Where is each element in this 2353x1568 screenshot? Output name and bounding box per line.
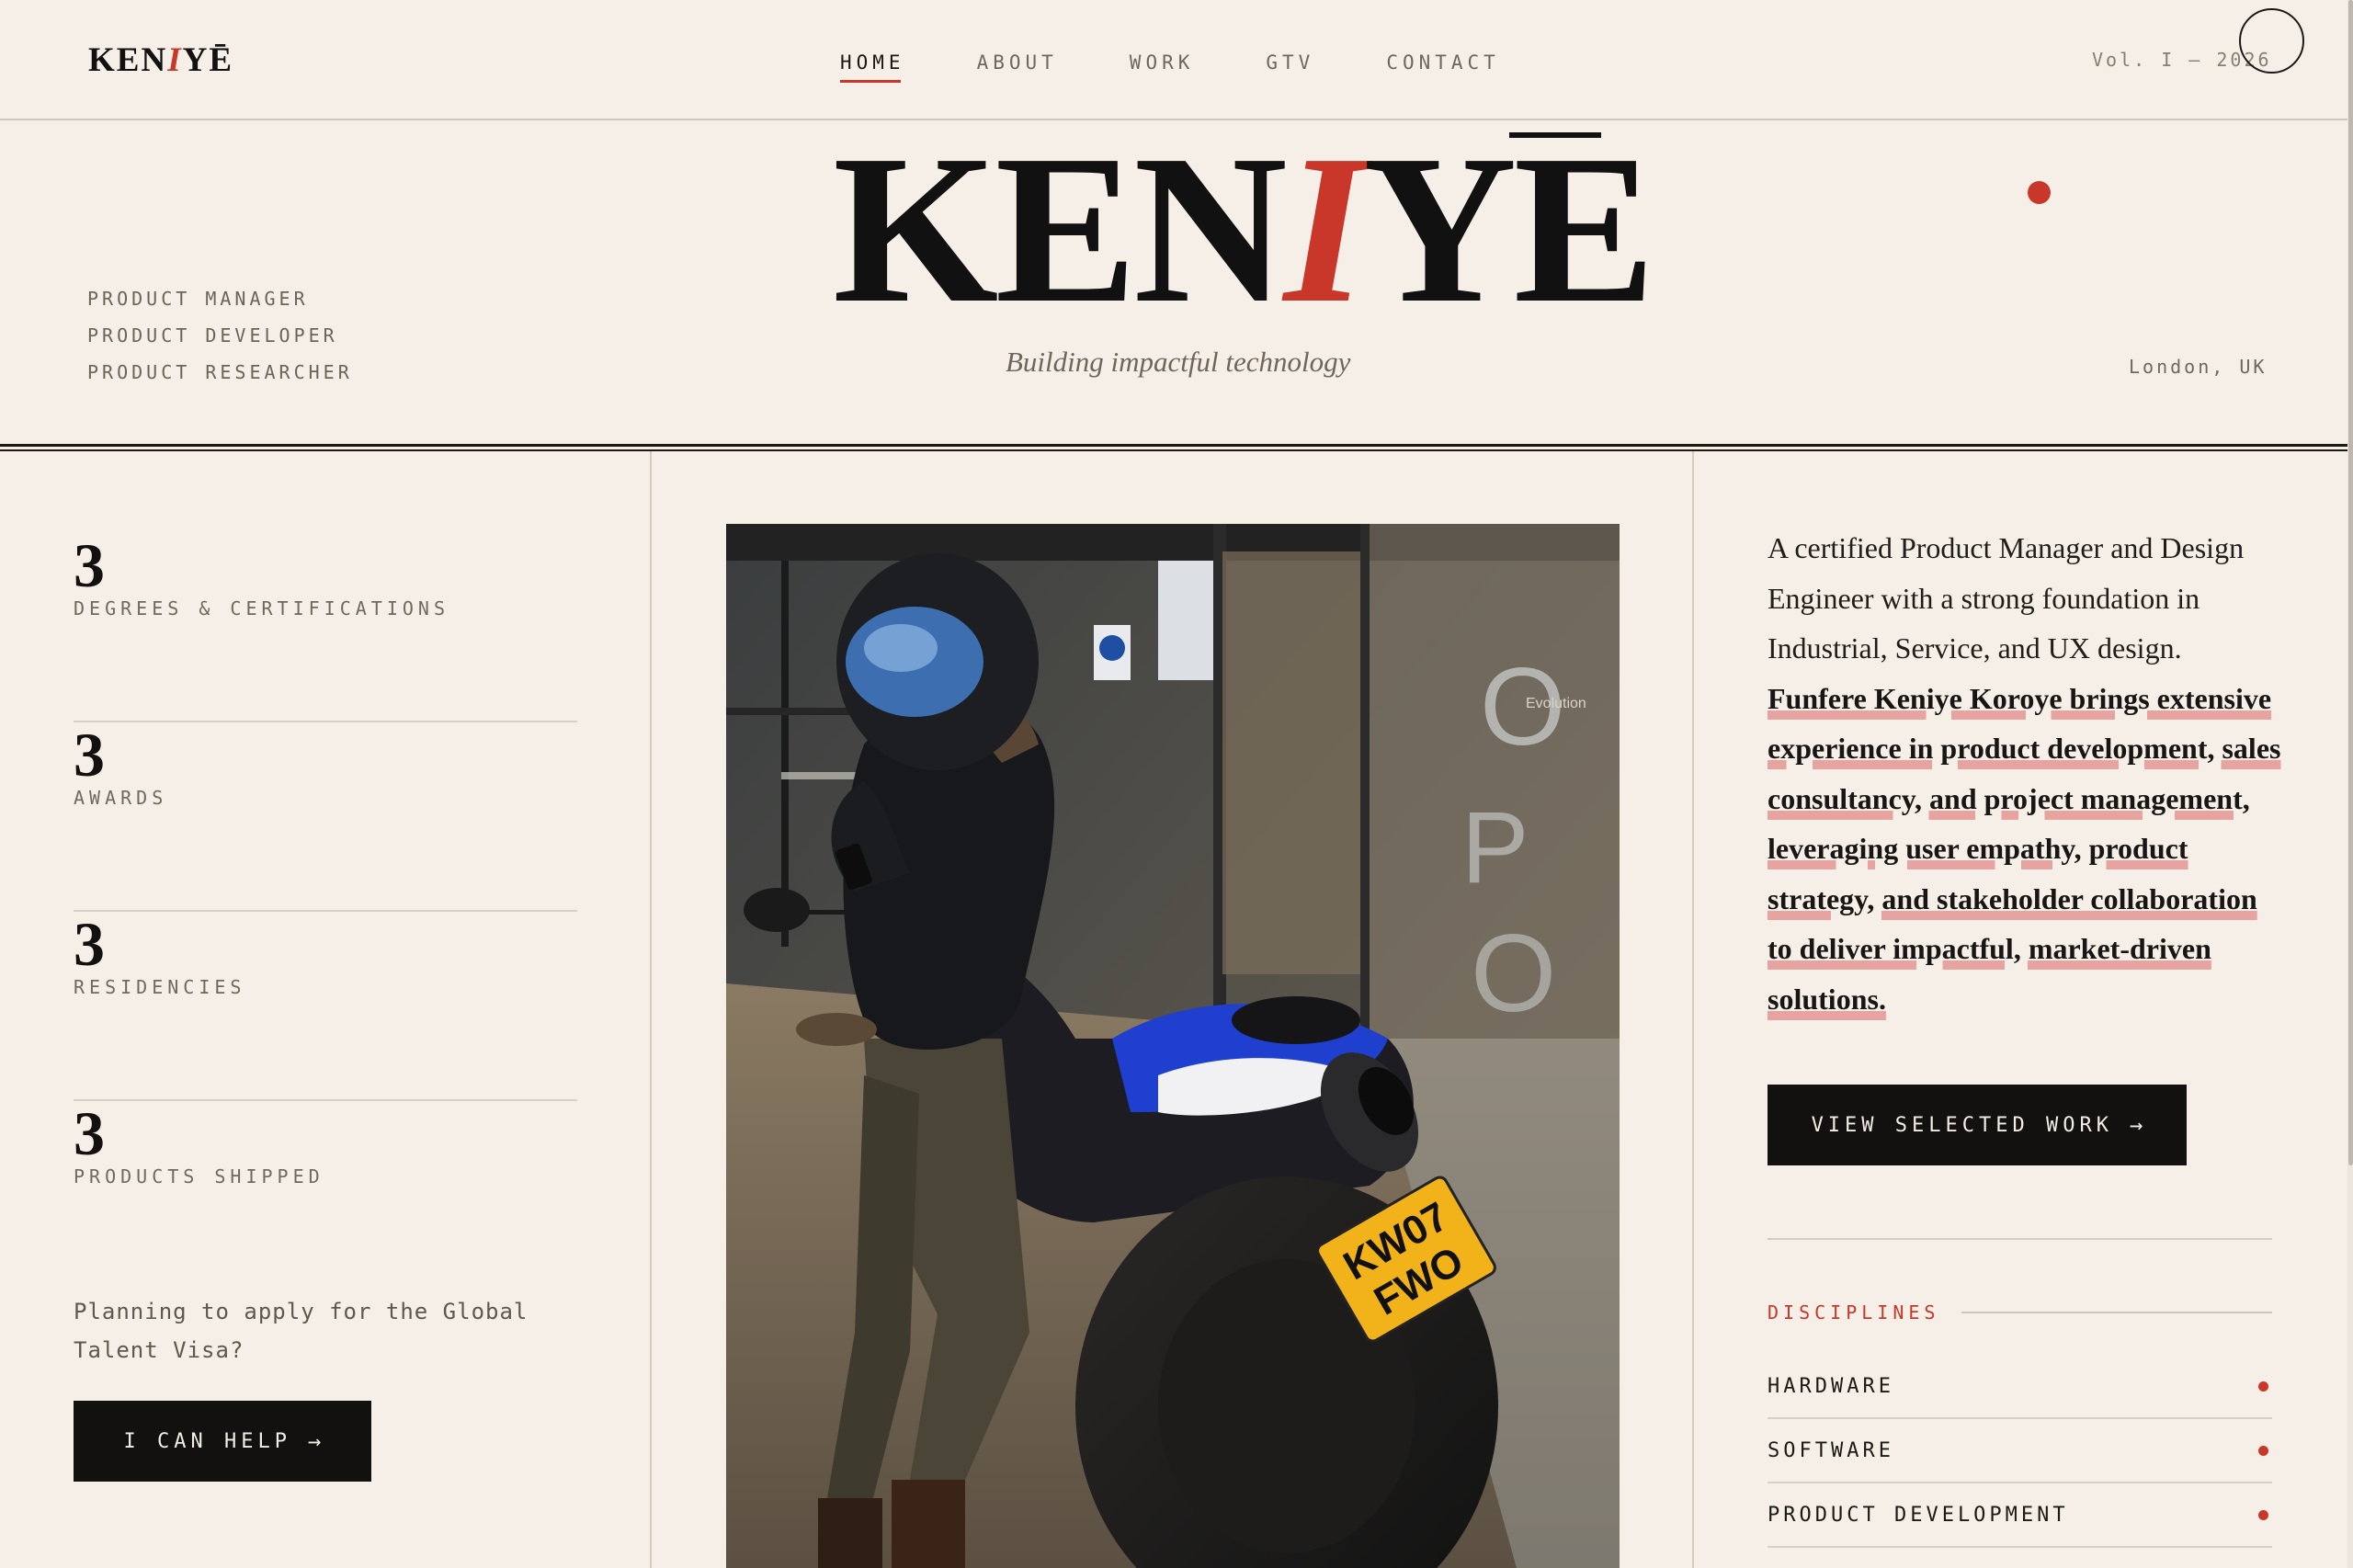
discipline-product-development[interactable]: PRODUCT DEVELOPMENT (1768, 1483, 2272, 1548)
logo-text-end: YĒ (182, 41, 233, 79)
stat-value: 3 (74, 1098, 105, 1168)
i-can-help-label: I CAN HELP (123, 1429, 291, 1453)
svg-text:O: O (1471, 912, 1556, 1035)
discipline-software[interactable]: SOFTWARE (1768, 1419, 2272, 1483)
column-divider-right (1692, 451, 1694, 1568)
arrow-right-icon: → (308, 1428, 322, 1454)
stat-value: 3 (74, 530, 105, 600)
role-item: PRODUCT DEVELOPER (87, 324, 338, 347)
hero-title-end: YE (1363, 111, 1655, 347)
hero-title: KENIYE (833, 111, 1655, 347)
main-nav: HOME ABOUT WORK GTV CONTACT (840, 51, 1572, 83)
stat-residencies: 3 RESIDENCIES (74, 912, 577, 1101)
bio-paragraph: A certified Product Manager and Design E… (1768, 523, 2282, 1024)
stat-label: RESIDENCIES (74, 976, 246, 998)
stat-awards: 3 AWARDS (74, 722, 577, 912)
title-macron (1509, 132, 1601, 138)
disciplines-title: DISCIPLINES (1768, 1301, 1940, 1324)
stat-value: 3 (74, 720, 105, 790)
stat-label: PRODUCTS SHIPPED (74, 1165, 324, 1187)
role-item: PRODUCT MANAGER (87, 288, 309, 310)
hero-title-start: KEN (833, 111, 1288, 347)
view-selected-work-label: VIEW SELECTED WORK (1811, 1113, 2113, 1137)
hero-title-slash: I (1283, 111, 1367, 347)
discipline-label: HARDWARE (1768, 1374, 1894, 1398)
stat-products: 3 PRODUCTS SHIPPED (74, 1101, 577, 1290)
bullet-dot-icon (2258, 1381, 2268, 1392)
bio-highlight: Funfere Keniye Koroye brings extensive e… (1768, 681, 2281, 1016)
view-selected-work-button[interactable]: VIEW SELECTED WORK → (1768, 1085, 2187, 1165)
disciplines-list: HARDWARE SOFTWARE PRODUCT DEVELOPMENT (1768, 1355, 2272, 1548)
nav-gtv[interactable]: GTV (1266, 51, 1314, 83)
stat-label: DEGREES & CERTIFICATIONS (74, 597, 449, 619)
bullet-dot-icon (2258, 1445, 2268, 1456)
nav-work[interactable]: WORK (1130, 51, 1195, 83)
i-can-help-button[interactable]: I CAN HELP → (74, 1401, 371, 1482)
nav-about[interactable]: ABOUT (977, 51, 1058, 83)
role-list: PRODUCT MANAGER PRODUCT DEVELOPER PRODUC… (87, 280, 353, 391)
arrow-right-icon: → (2129, 1112, 2143, 1138)
discipline-label: SOFTWARE (1768, 1438, 1894, 1462)
stat-label: AWARDS (74, 787, 168, 809)
section-divider (1768, 1238, 2272, 1240)
heading-rule (1961, 1312, 2272, 1313)
stats-list: 3 DEGREES & CERTIFICATIONS 3 AWARDS 3 RE… (74, 533, 577, 1290)
tagline: Building impactful technology (1006, 346, 1351, 378)
discipline-hardware[interactable]: HARDWARE (1768, 1355, 2272, 1419)
accent-dot (2028, 181, 2051, 204)
top-navbar: KENIYĒ HOME ABOUT WORK GTV CONTACT Vol. … (0, 0, 2347, 120)
nav-home[interactable]: HOME (840, 51, 905, 83)
stat-value: 3 (74, 909, 105, 979)
nav-contact[interactable]: CONTACT (1386, 51, 1500, 83)
gtv-prompt: Planning to apply for the Global Talent … (74, 1299, 529, 1363)
location-label: London, UK (2129, 356, 2268, 378)
bio-intro: A certified Product Manager and Design E… (1768, 531, 2245, 665)
stat-degrees: 3 DEGREES & CERTIFICATIONS (74, 533, 577, 722)
window-sign-text: Evolution (1526, 696, 1586, 711)
disciplines-heading: DISCIPLINES (1768, 1301, 2272, 1324)
logo-text-start: KEN (88, 41, 168, 79)
scrollbar-thumb[interactable] (2348, 0, 2353, 1165)
portrait-photo: O P O Evolution KW07 FWO (726, 524, 1620, 1568)
svg-text:P: P (1461, 791, 1529, 904)
bullet-dot-icon (2258, 1509, 2268, 1520)
hero-divider (0, 444, 2347, 451)
cursor-ring (2239, 8, 2304, 74)
site-logo[interactable]: KENIYĒ (88, 40, 233, 80)
discipline-label: PRODUCT DEVELOPMENT (1768, 1503, 2069, 1527)
logo-slash: I (167, 41, 183, 79)
column-divider-left (650, 451, 652, 1568)
role-item: PRODUCT RESEARCHER (87, 361, 353, 383)
